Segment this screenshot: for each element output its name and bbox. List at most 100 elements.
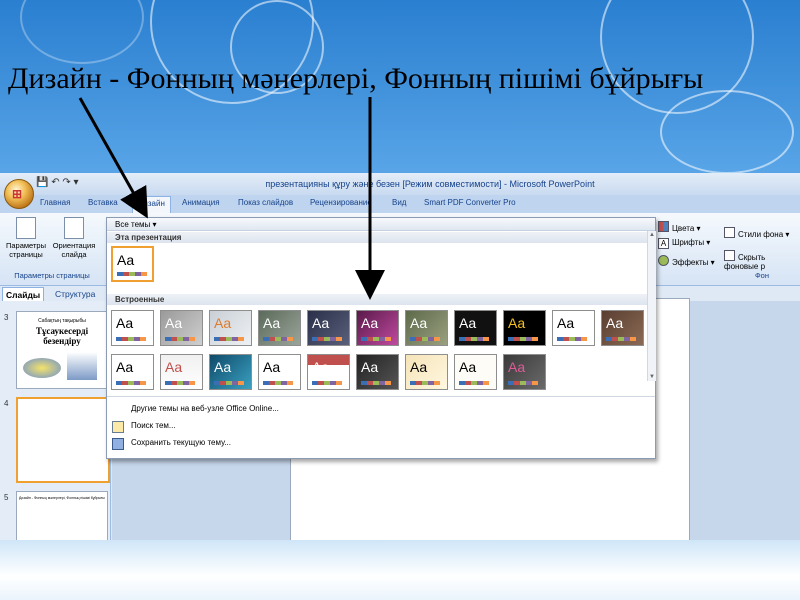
theme-16[interactable]: Aa [307,354,350,390]
thumb5-text: Дизайн - Фонның мәнерлері, Фонның пішімі… [19,496,105,500]
colors-button[interactable]: Цвета ▾ [658,221,701,233]
folder-icon [112,421,124,433]
theme-color-bar [214,337,244,341]
section-builtin: Встроенные [107,294,647,305]
group-label-page-setup: Параметры страницы [14,271,90,280]
theme-label: Aa [361,315,379,331]
theme-current[interactable]: Aa [111,246,154,282]
slide-number: 4 [4,399,9,408]
theme-18[interactable]: Aa [405,354,448,390]
theme-2[interactable]: Aa [160,310,203,346]
theme-14[interactable]: Aa [209,354,252,390]
slide-thumbnail-3[interactable]: Сабақтың тақырыбы Тұсаукесерді безендіру [16,311,108,389]
theme-4[interactable]: Aa [258,310,301,346]
all-themes-dropdown[interactable]: Все темы ▾ [107,218,655,231]
decorative-swirl [660,90,794,174]
theme-color-bar [508,337,538,341]
slide-bottom-band [0,540,800,600]
tab-view[interactable]: Вид [392,198,406,207]
theme-3[interactable]: Aa [209,310,252,346]
theme-17[interactable]: Aa [356,354,399,390]
theme-label: Aa [459,359,477,375]
menu-browse-themes[interactable]: Поиск тем... [107,418,655,434]
gallery-scrollbar[interactable]: ▲ ▼ [647,231,656,381]
theme-color-bar [312,381,342,385]
scroll-down-icon[interactable]: ▼ [648,374,656,380]
theme-8[interactable]: Aa [454,310,497,346]
window-title: презентацияны құру және безен [Режим сов… [265,179,595,189]
theme-label: Aa [165,315,183,331]
theme-19[interactable]: Aa [454,354,497,390]
themes-gallery: Все темы ▾ Эта презентация Aa Встроенные… [106,217,656,459]
effects-icon [658,255,669,266]
theme-label: Aa [361,359,379,375]
office-button[interactable]: ⊞ [4,179,34,209]
theme-color-bar [263,381,293,385]
theme-12[interactable]: Aa [111,354,154,390]
theme-color-bar [361,337,391,341]
effects-button[interactable]: Эффекты ▾ [658,255,715,267]
theme-color-bar [606,337,636,341]
page-setup-button[interactable]: Параметры страницы [4,217,48,259]
theme-label: Aa [410,359,428,375]
powerpoint-window: 💾 ↶ ↷ ▾ презентацияны құру және безен [Р… [0,173,800,540]
fonts-button[interactable]: A Шрифты ▾ [658,238,710,249]
background-styles-button[interactable]: Стили фона ▾ [724,227,789,239]
background-styles-icon [724,227,735,238]
tab-slideshow[interactable]: Показ слайдов [238,198,293,207]
thumb3-subtitle: Сабақтың тақырыбы [38,318,86,324]
theme-color-bar [459,381,489,385]
menu-divider [107,396,655,397]
thumb3-title: Тұсаукесерді безендіру [35,326,89,346]
theme-label: Aa [117,252,135,268]
theme-color-bar [508,381,538,385]
group-label-background: Фон [754,271,769,280]
tab-review[interactable]: Рецензирование [310,198,372,207]
colors-icon [658,221,669,232]
theme-label: Aa [116,359,134,375]
theme-label: Aa [312,359,330,375]
theme-label: Aa [263,359,281,375]
tab-animation[interactable]: Анимация [182,198,220,207]
theme-7[interactable]: Aa [405,310,448,346]
menu-label: Поиск тем... [131,421,176,430]
theme-9[interactable]: Aa [503,310,546,346]
tab-smart-pdf[interactable]: Smart PDF Converter Pro [424,198,516,207]
tab-outline[interactable]: Структура [52,287,98,301]
checkbox-icon [724,250,735,261]
fonts-label: Шрифты [672,238,705,247]
theme-color-bar [117,272,147,276]
scroll-up-icon[interactable]: ▲ [648,232,656,238]
theme-color-bar [116,337,146,341]
theme-10[interactable]: Aa [552,310,595,346]
theme-color-bar [165,381,195,385]
menu-more-themes-online[interactable]: Другие темы на веб-узле Office Online... [107,401,655,417]
theme-11[interactable]: Aa [601,310,644,346]
tab-slides[interactable]: Слайды [2,287,45,302]
section-this-presentation: Эта презентация [107,232,647,243]
theme-label: Aa [116,315,134,331]
slide-number: 3 [4,313,9,322]
tab-design[interactable]: Дизайн [132,196,171,213]
orientation-button[interactable]: Ориентация слайда [50,217,98,259]
theme-13[interactable]: Aa [160,354,203,390]
thumb3-graphic [23,358,61,378]
tab-home[interactable]: Главная [40,198,70,207]
theme-office[interactable]: Aa [111,310,154,346]
menu-save-theme[interactable]: Сохранить текущую тему... [107,435,655,451]
hide-background-checkbox[interactable]: Скрыть фоновые р [724,250,800,271]
theme-label: Aa [508,315,526,331]
slide-thumbnail-5[interactable]: Дизайн - Фонның мәнерлері, Фонның пішімі… [16,491,108,540]
page-setup-label: Параметры страницы [6,241,46,259]
theme-5[interactable]: Aa [307,310,350,346]
tab-insert[interactable]: Вставка [88,198,118,207]
theme-6[interactable]: Aa [356,310,399,346]
theme-label: Aa [214,315,232,331]
theme-color-bar [116,381,146,385]
theme-20[interactable]: Aa [503,354,546,390]
theme-15[interactable]: Aa [258,354,301,390]
theme-color-bar [263,337,293,341]
panel-tabs: Слайды Структура [0,287,108,302]
theme-label: Aa [312,315,330,331]
slide-thumbnail-4[interactable] [16,397,110,483]
